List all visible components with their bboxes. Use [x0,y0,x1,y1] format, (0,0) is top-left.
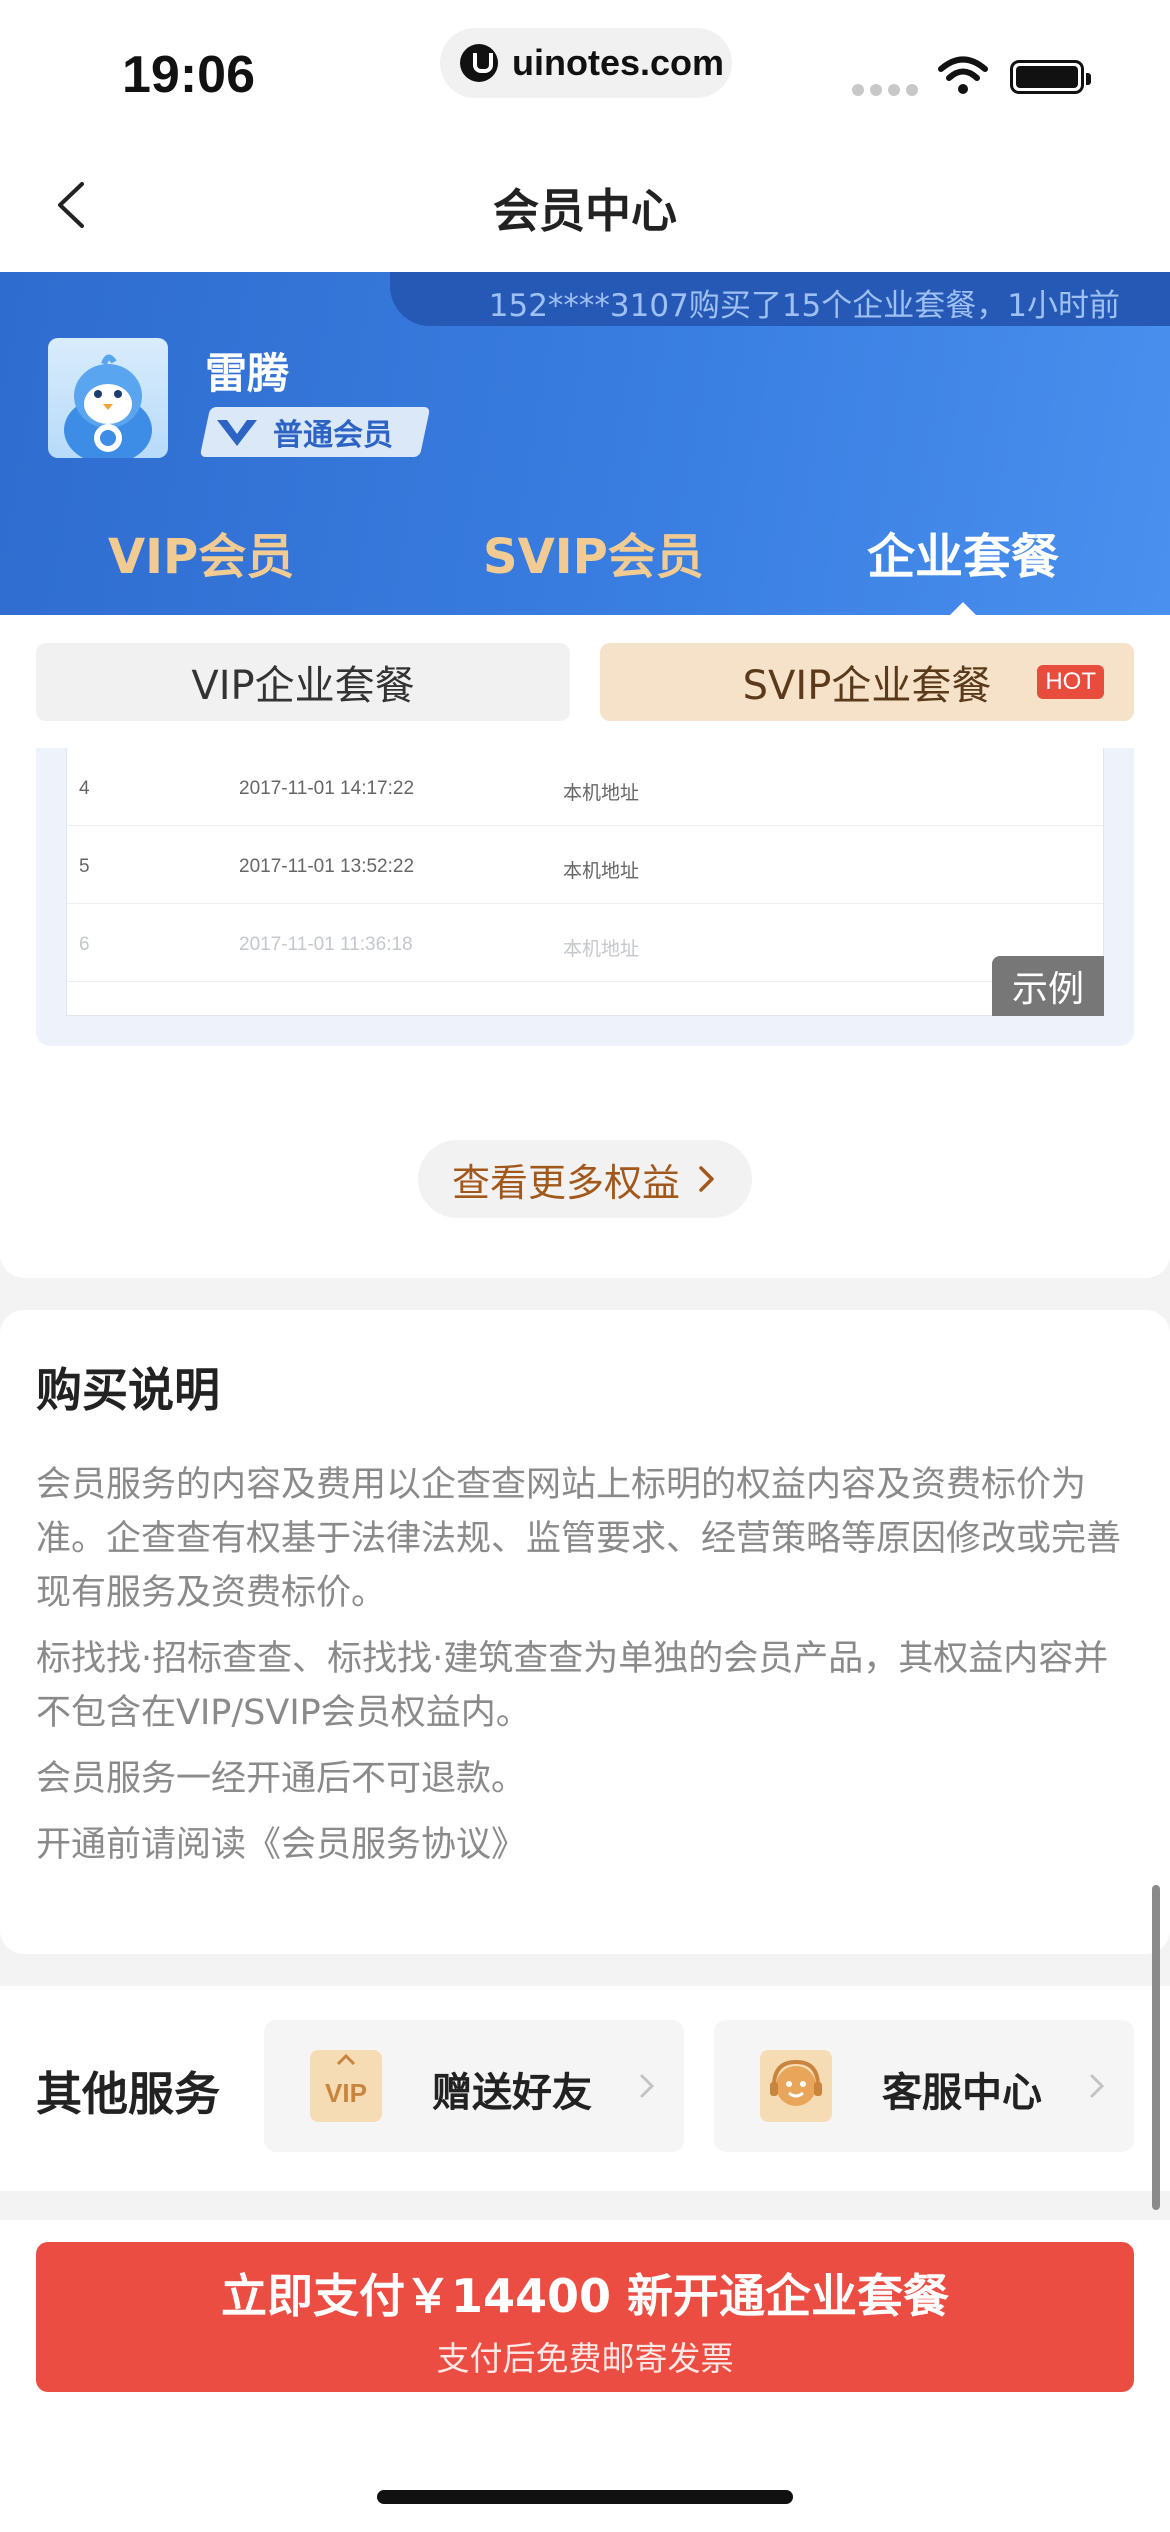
notes-paragraph: 会员服务的内容及费用以企查查网站上标明的权益内容及资费标价为准。企查查有权基于法… [36,1465,1122,1613]
row-index: 5 [79,856,90,877]
status-time: 19:06 [122,46,255,104]
gift-friend-button[interactable]: VIP 赠送好友 [264,2020,684,2152]
tab-vip[interactable]: VIP会员 [108,517,294,587]
row-address: 本机地址 [563,939,640,960]
wifi-icon [938,56,988,94]
vip-gift-icon: VIP [310,2050,382,2122]
row-time: 2017-11-01 11:36:18 [239,934,413,955]
url-text: uinotes.com [512,42,725,83]
row-address: 本机地址 [563,783,640,804]
signal-icon [852,84,918,96]
active-tab-indicator [950,602,976,615]
row-time: 2017-11-01 14:17:22 [239,778,415,799]
member-level: 普通会员 [273,418,393,453]
service-label: 赠送好友 [432,2070,592,2116]
hot-badge: HOT [1037,665,1104,699]
example-label: 示例 [992,956,1104,1016]
penguin-mascot-icon [64,354,152,458]
benefit-example-section: 4 2017-11-01 14:17:22 本机地址 5 2017-11-01 … [0,748,1170,1278]
nav-bar: 会员中心 [0,135,1170,275]
member-badge: 普通会员 [205,407,425,457]
package-subtabs: VIP企业套餐 SVIP企业套餐 HOT [0,615,1170,748]
customer-service-button[interactable]: 客服中心 [714,2020,1134,2152]
vip-icon-text: VIP [325,2078,367,2108]
notes-paragraph: 标找找·招标查查、标找找·建筑查查为单独的会员产品，其权益内容并不包含在VIP/… [36,1639,1109,1733]
more-benefits-button[interactable]: 查看更多权益 [418,1140,752,1218]
ticker-text: 152****3107购买了15个企业套餐，1小时前 [488,288,1120,324]
service-agreement-link[interactable]: 开通前请阅读《会员服务协议》 [36,1818,1136,1872]
url-pill[interactable]: uinotes.com [440,28,732,98]
service-label: 客服中心 [882,2070,1042,2116]
more-benefits-label: 查看更多权益 [451,1160,680,1205]
notes-body: 会员服务的内容及费用以企查查网站上标明的权益内容及资费标价为准。企查查有权基于法… [36,1458,1136,1884]
example-card: 4 2017-11-01 14:17:22 本机地址 5 2017-11-01 … [36,748,1134,1046]
chevron-right-icon [640,2074,655,2098]
chevron-right-icon [699,1166,714,1192]
subtab-label: SVIP企业套餐 [742,663,992,709]
services-title: 其他服务 [36,2067,220,2121]
row-index: 4 [79,778,90,799]
battery-icon [1010,60,1091,94]
home-indicator [377,2490,793,2504]
customer-service-icon [760,2050,832,2122]
chevron-right-icon [1090,2074,1105,2098]
subtab-svip-enterprise[interactable]: SVIP企业套餐 HOT [600,643,1134,721]
row-time: 2017-11-01 13:52:22 [239,856,415,877]
purchase-ticker: 152****3107购买了15个企业套餐，1小时前 [390,272,1170,326]
bottom-pay-bar: 立即支付￥14400 新开通企业套餐 支付后免费邮寄发票 [0,2220,1170,2532]
notes-paragraph: 会员服务一经开通后不可退款。 [36,1759,527,1799]
table-row: 6 2017-11-01 11:36:18 本机地址 [67,904,1103,982]
notes-title: 购买说明 [36,1363,220,1417]
site-icon [460,44,498,82]
other-services: 其他服务 VIP 赠送好友 客服中心 [0,1986,1170,2191]
avatar[interactable] [48,338,168,458]
example-table: 4 2017-11-01 14:17:22 本机地址 5 2017-11-01 … [66,748,1104,1016]
tab-enterprise[interactable]: 企业套餐 [867,517,1059,587]
table-row: 5 2017-11-01 13:52:22 本机地址 [67,826,1103,904]
row-index: 6 [79,934,90,955]
scrollbar[interactable] [1152,1885,1160,2210]
tab-svip[interactable]: SVIP会员 [483,517,704,587]
pay-main-label: 立即支付￥14400 新开通企业套餐 [220,2269,950,2323]
table-row: 4 2017-11-01 14:17:22 本机地址 [67,748,1103,826]
subtab-vip-enterprise[interactable]: VIP企业套餐 [36,643,570,721]
subtab-label: VIP企业套餐 [191,663,415,709]
v-badge-icon [217,420,257,446]
purchase-notes: 购买说明 会员服务的内容及费用以企查查网站上标明的权益内容及资费标价为准。企查查… [0,1310,1170,1954]
status-bar: 19:06 uinotes.com [0,0,1170,135]
member-header: 152****3107购买了15个企业套餐，1小时前 雷腾 普通会员 VIP会员… [0,272,1170,615]
pay-button[interactable]: 立即支付￥14400 新开通企业套餐 支付后免费邮寄发票 [36,2242,1134,2392]
page-title: 会员中心 [493,184,677,238]
page: 19:06 uinotes.com 会员中心 152****3107购买了15个… [0,0,1170,2532]
pay-sub-label: 支付后免费邮寄发票 [436,2339,734,2378]
row-address: 本机地址 [563,861,640,882]
user-name: 雷腾 [205,349,290,398]
